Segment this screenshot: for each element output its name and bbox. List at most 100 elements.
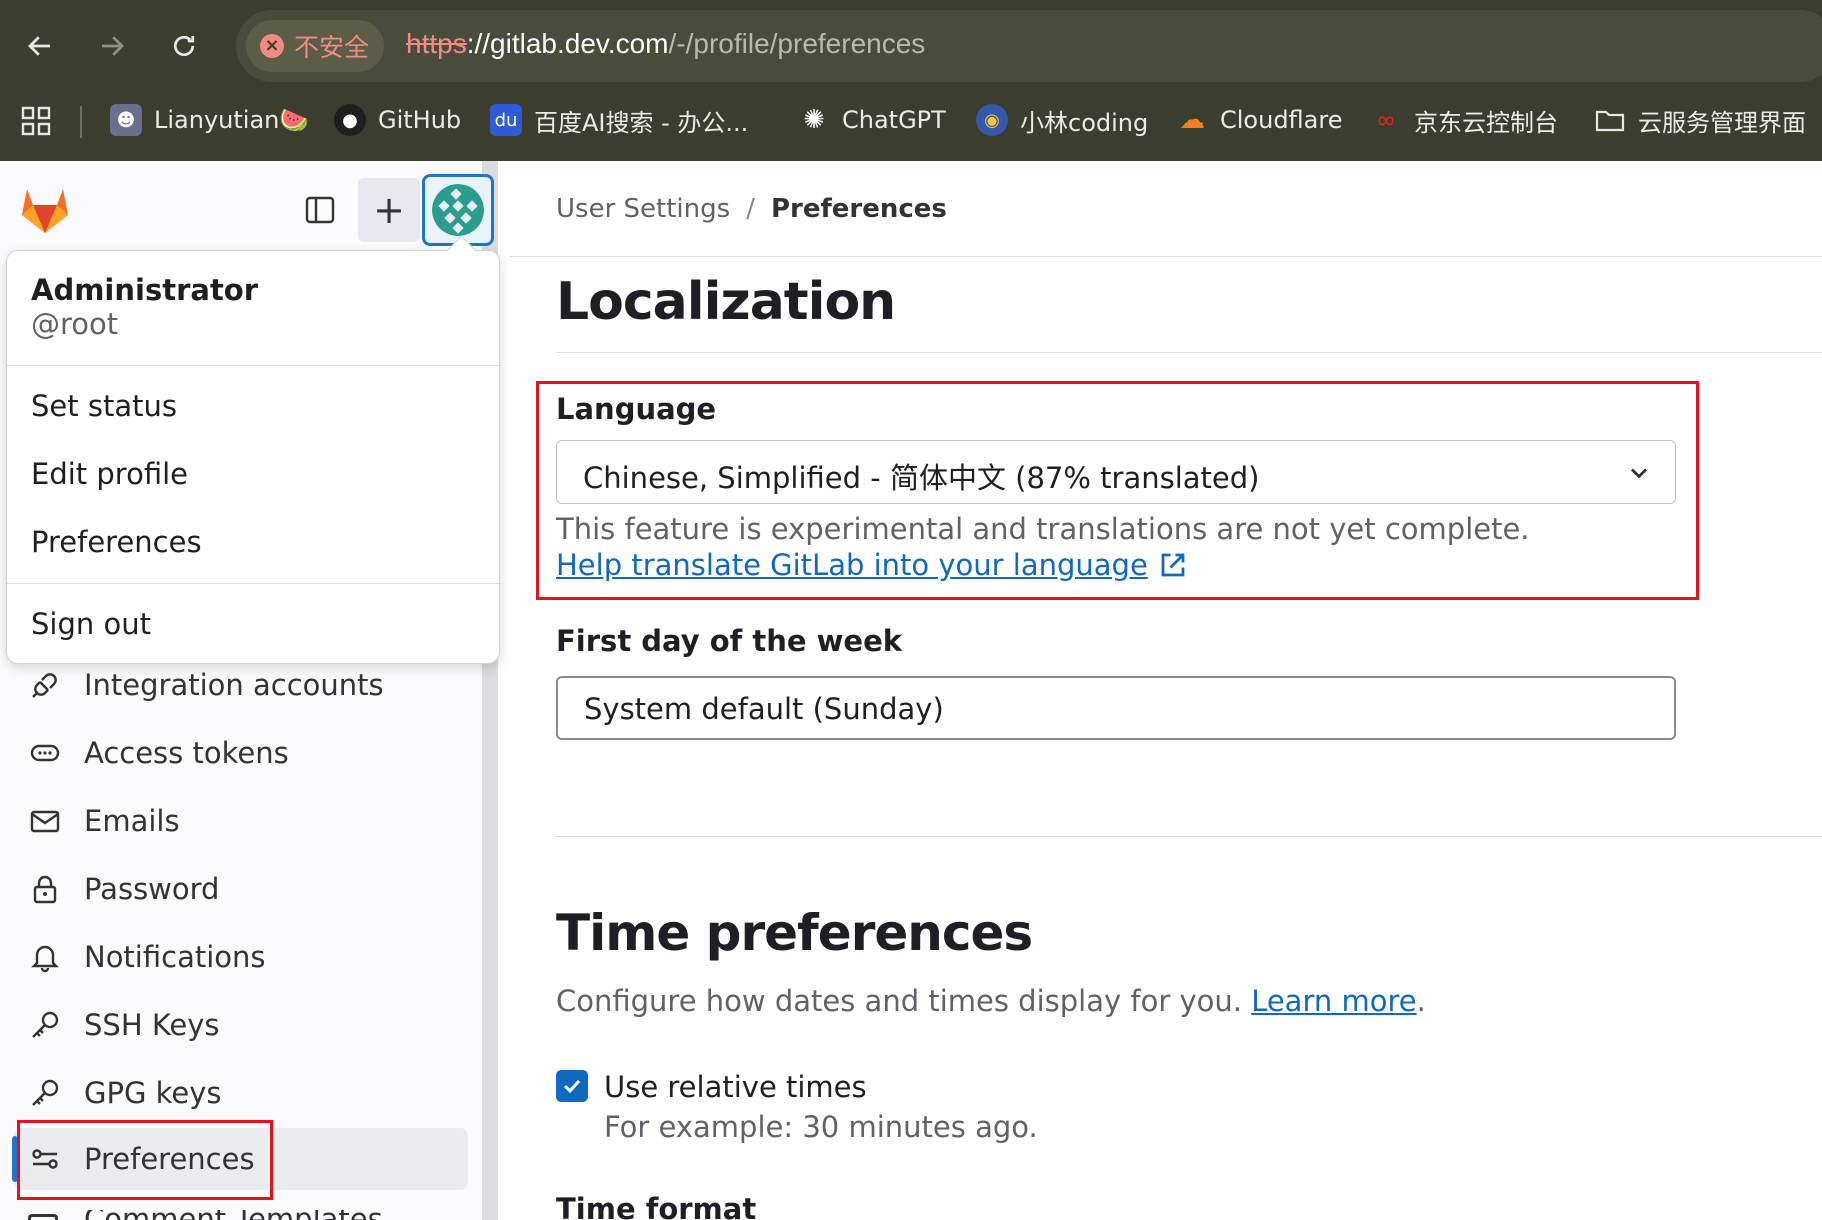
bookmark-folder[interactable]: 云服务管理界面 xyxy=(1594,102,1806,138)
security-chip[interactable]: × 不安全 xyxy=(246,20,384,72)
create-new-button[interactable]: + xyxy=(358,178,420,242)
bookmark-chatgpt[interactable]: ✺ ChatGPT xyxy=(798,102,946,138)
xiaolin-icon: ◉ xyxy=(976,104,1008,136)
highlight-box-language xyxy=(536,381,1699,600)
bookmark-label: Cloudflare xyxy=(1220,106,1343,134)
section-divider xyxy=(556,352,1822,353)
folder-icon xyxy=(1595,110,1625,132)
bookmark-label: 百度AI搜索 - 办公... xyxy=(534,108,749,137)
menu-item-sign-out[interactable]: Sign out xyxy=(31,607,151,641)
bell-icon xyxy=(28,940,62,974)
menu-item-set-status[interactable]: Set status xyxy=(31,389,177,423)
url-host: ://gitlab.dev.com xyxy=(466,28,669,59)
breadcrumb-divider xyxy=(510,256,1822,257)
sidebar-item-ssh-keys[interactable]: SSH Keys xyxy=(14,994,468,1056)
mail-icon xyxy=(28,804,62,838)
avatar xyxy=(432,184,484,236)
bookmark-lianyutian[interactable]: ☻ Lianyutian🍉 xyxy=(110,102,309,138)
menu-divider xyxy=(7,583,501,584)
security-label: 不安全 xyxy=(294,33,370,62)
highlight-box-sidebar-preferences xyxy=(17,1120,273,1200)
arrow-left-icon xyxy=(28,36,50,56)
relative-times-checkbox[interactable] xyxy=(556,1070,588,1102)
relative-times-label[interactable]: Use relative times xyxy=(604,1070,867,1104)
key-icon xyxy=(28,1008,62,1042)
bookmark-label: ChatGPT xyxy=(842,106,946,134)
sidebar-toggle-button[interactable] xyxy=(300,190,340,230)
arrow-right-icon xyxy=(102,36,124,56)
user-avatar-icon: ☻ xyxy=(110,104,142,136)
menu-item-edit-profile[interactable]: Edit profile xyxy=(31,457,188,491)
sidebar-panel-icon xyxy=(305,196,335,224)
browser-chrome: × 不安全 https://gitlab.dev.com/-/profile/p… xyxy=(0,0,1822,161)
menu-divider xyxy=(7,365,501,366)
checkmark-icon xyxy=(563,1079,581,1094)
sidebar-item-emails[interactable]: Emails xyxy=(14,790,468,852)
bookmark-label: 京东云控制台 xyxy=(1414,108,1558,137)
relative-times-help: For example: 30 minutes ago. xyxy=(604,1110,1038,1144)
gitlab-logo-icon[interactable] xyxy=(18,183,72,235)
bookmark-github[interactable]: ● GitHub xyxy=(334,102,461,138)
sidebar-item-label: GPG keys xyxy=(84,1076,222,1110)
sidebar-item-label: Password xyxy=(84,872,220,906)
breadcrumb: User Settings / Preferences xyxy=(556,194,947,224)
lock-icon xyxy=(28,872,62,906)
bookmark-cloudflare[interactable]: ☁ Cloudflare xyxy=(1176,102,1342,138)
section-title-time-preferences: Time preferences xyxy=(556,904,1033,962)
first-day-select[interactable]: System default (Sunday) xyxy=(556,676,1676,740)
user-display-name[interactable]: Administrator xyxy=(31,273,258,307)
bookmarks-separator xyxy=(80,106,82,138)
sidebar-item-access-tokens[interactable]: Access tokens xyxy=(14,722,468,784)
bookmark-baidu[interactable]: du 百度AI搜索 - 办公... xyxy=(490,102,748,138)
url-path: /-/profile/preferences xyxy=(668,28,926,59)
bookmark-jdcloud[interactable]: ∞ 京东云控制台 xyxy=(1370,102,1558,138)
sidebar-item-password[interactable]: Password xyxy=(14,858,468,920)
address-bar[interactable]: × 不安全 https://gitlab.dev.com/-/profile/p… xyxy=(236,10,1822,82)
plus-icon: + xyxy=(373,188,405,232)
back-button[interactable] xyxy=(18,24,62,68)
bookmark-label: GitHub xyxy=(378,106,462,134)
plug-icon xyxy=(28,668,62,702)
breadcrumb-parent[interactable]: User Settings xyxy=(556,194,730,224)
menu-item-preferences[interactable]: Preferences xyxy=(31,525,202,559)
section-title-localization: Localization xyxy=(556,272,896,332)
section-divider xyxy=(556,836,1822,837)
user-avatar-button[interactable] xyxy=(422,174,494,246)
description-period: . xyxy=(1416,984,1426,1018)
bookmark-label: Lianyutian🍉 xyxy=(154,106,310,134)
bookmark-label: 云服务管理界面 xyxy=(1638,108,1806,137)
cloudflare-icon: ☁ xyxy=(1179,105,1205,135)
learn-more-link[interactable]: Learn more xyxy=(1251,984,1416,1018)
time-preferences-description: Configure how dates and times display fo… xyxy=(556,984,1426,1018)
reload-button[interactable] xyxy=(162,24,206,68)
baidu-icon: du xyxy=(490,104,522,136)
bookmarks-bar: ☻ Lianyutian🍉 ● GitHub du 百度AI搜索 - 办公...… xyxy=(0,92,1822,148)
sidebar-item-label: Emails xyxy=(84,804,180,838)
github-icon: ● xyxy=(334,104,366,136)
key-icon xyxy=(28,1076,62,1110)
sidebar-item-label: Notifications xyxy=(84,940,266,974)
sidebar-item-label: Comment Templates xyxy=(84,1210,383,1220)
sidebar-item-comment-templates[interactable]: Comment Templates xyxy=(14,1210,468,1220)
url-scheme: https xyxy=(406,28,467,59)
breadcrumb-current[interactable]: Preferences xyxy=(771,194,947,224)
user-menu-dropdown: Administrator @root Set status Edit prof… xyxy=(6,250,501,664)
sidebar-item-gpg-keys[interactable]: GPG keys xyxy=(14,1062,468,1124)
apps-grid-icon[interactable] xyxy=(20,105,52,137)
token-icon xyxy=(28,736,62,770)
jdcloud-icon: ∞ xyxy=(1376,106,1396,134)
sidebar-item-notifications[interactable]: Notifications xyxy=(14,926,468,988)
sidebar-item-label: SSH Keys xyxy=(84,1008,220,1042)
bookmark-xiaolin[interactable]: ◉ 小林coding xyxy=(976,102,1148,138)
time-format-label: Time format xyxy=(556,1192,757,1220)
sidebar-item-label: Access tokens xyxy=(84,736,289,770)
first-day-label: First day of the week xyxy=(556,624,903,658)
bookmark-label: 小林coding xyxy=(1020,108,1149,137)
breadcrumb-separator: / xyxy=(746,194,755,224)
forward-button[interactable] xyxy=(90,24,134,68)
url-text[interactable]: https://gitlab.dev.com/-/profile/prefere… xyxy=(406,28,925,60)
comment-icon xyxy=(28,1214,58,1220)
reload-icon xyxy=(173,35,195,57)
description-text: Configure how dates and times display fo… xyxy=(556,984,1242,1018)
first-day-selected-value: System default (Sunday) xyxy=(584,692,944,726)
